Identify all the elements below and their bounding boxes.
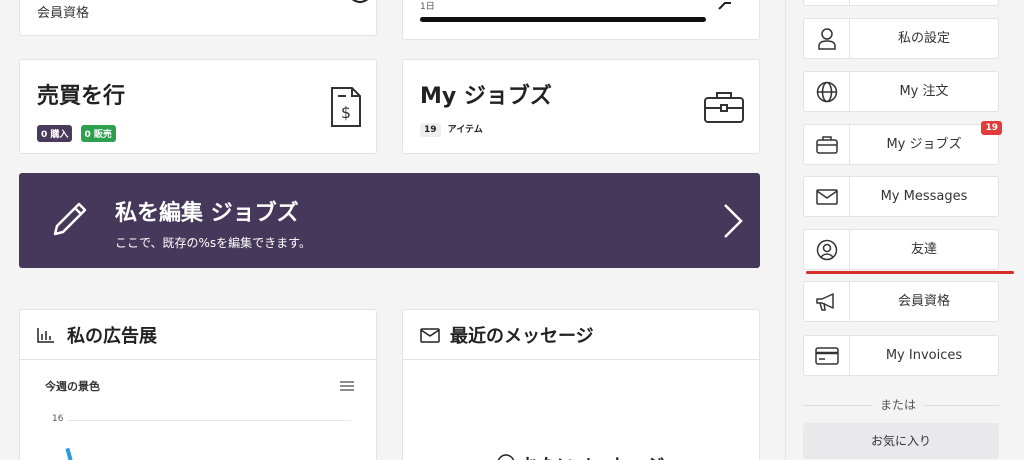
chart-title: 今週の景色	[45, 380, 100, 393]
sidebar-item-invoices[interactable]: My Invoices	[803, 335, 999, 376]
sidebar-item-label: 友達	[910, 242, 937, 257]
briefcase-icon	[704, 92, 744, 123]
user-circle-icon	[804, 230, 850, 269]
user-icon	[804, 19, 850, 58]
credit-card-icon	[804, 336, 850, 375]
sidebar-item-label: My 注文	[899, 84, 949, 99]
ads-title: 私の広告展	[67, 326, 157, 347]
shield-icon	[351, 0, 369, 3]
trade-card[interactable]: 売買を行 0 購入 0 販売 $	[19, 59, 377, 154]
progress-bar	[420, 17, 706, 22]
active-underline	[806, 271, 1014, 274]
favorites-button[interactable]: お気に入り	[803, 423, 999, 459]
info-circle-icon	[497, 454, 515, 460]
messages-title: 最近のメッセージ	[450, 326, 594, 347]
progress-label: 1日	[420, 2, 435, 12]
svg-text:$: $	[341, 103, 351, 122]
tag-icon	[718, 2, 731, 10]
pencil-icon	[53, 202, 87, 236]
sidebar-item-label: 会員資格	[897, 294, 950, 309]
invoice-dollar-icon: $	[331, 87, 361, 127]
jobs-card[interactable]: My ジョブズ 19 アイテム	[402, 59, 760, 154]
sidebar-item-membership[interactable]: 会員資格	[803, 281, 999, 322]
divider-text: または	[872, 396, 925, 413]
sidebar-item-jobs[interactable]: My ジョブズ 19	[803, 121, 1002, 165]
sidebar-item-settings[interactable]: 私の設定	[803, 18, 999, 59]
messages-empty-text: おないメッセージ	[521, 452, 665, 460]
envelope-icon	[804, 177, 850, 216]
banner-title: 私を編集 ジョブズ	[115, 201, 299, 226]
envelope-icon	[420, 328, 440, 343]
jobs-notification-badge: 19	[981, 121, 1002, 135]
sidebar-item-label: My Invoices	[885, 348, 963, 363]
sidebar-item-label: My Messages	[880, 189, 968, 204]
sidebar: 私の設定 My 注文 My ジョブズ 19 My Messages 友達 会員資…	[785, 0, 1024, 460]
chart-series-line	[65, 447, 75, 460]
membership-card[interactable]: 会員資格	[19, 0, 377, 36]
menu-icon[interactable]	[340, 381, 354, 391]
sidebar-item-label: My ジョブズ	[886, 137, 962, 152]
jobs-count: 19	[420, 123, 441, 137]
chart-tick-label: 16	[52, 414, 64, 424]
jobs-title: My ジョブズ	[420, 84, 552, 109]
sidebar-item-label: 私の設定	[897, 31, 950, 46]
banner-subtitle: ここで、既存の%sを編集できます。	[115, 236, 311, 250]
membership-label: 会員資格	[37, 6, 90, 21]
chart-gridline	[68, 420, 351, 421]
sales-badge: 0 販売	[80, 125, 116, 142]
chevron-right-icon[interactable]	[719, 201, 747, 241]
progress-card: 1日	[402, 0, 760, 40]
favorites-label: お気に入り	[870, 434, 931, 448]
sidebar-item-orders[interactable]: My 注文	[803, 71, 999, 112]
purchase-badge: 0 購入	[37, 125, 73, 142]
briefcase-icon	[804, 125, 850, 164]
messages-panel: 最近のメッセージ おないメッセージ	[402, 309, 760, 460]
bar-chart-icon	[37, 328, 54, 343]
sidebar-item-messages[interactable]: My Messages	[803, 176, 999, 217]
trade-title: 売買を行	[37, 84, 126, 109]
jobs-count-label: アイテム	[447, 125, 483, 135]
edit-jobs-banner[interactable]: 私を編集 ジョブズ ここで、既存の%sを編集できます。	[19, 173, 760, 268]
megaphone-icon	[804, 282, 850, 321]
globe-icon	[804, 72, 850, 111]
sidebar-item-friends[interactable]: 友達	[803, 229, 999, 270]
sidebar-top-partial[interactable]	[803, 0, 999, 6]
ads-panel: 私の広告展 今週の景色 16	[19, 309, 377, 460]
